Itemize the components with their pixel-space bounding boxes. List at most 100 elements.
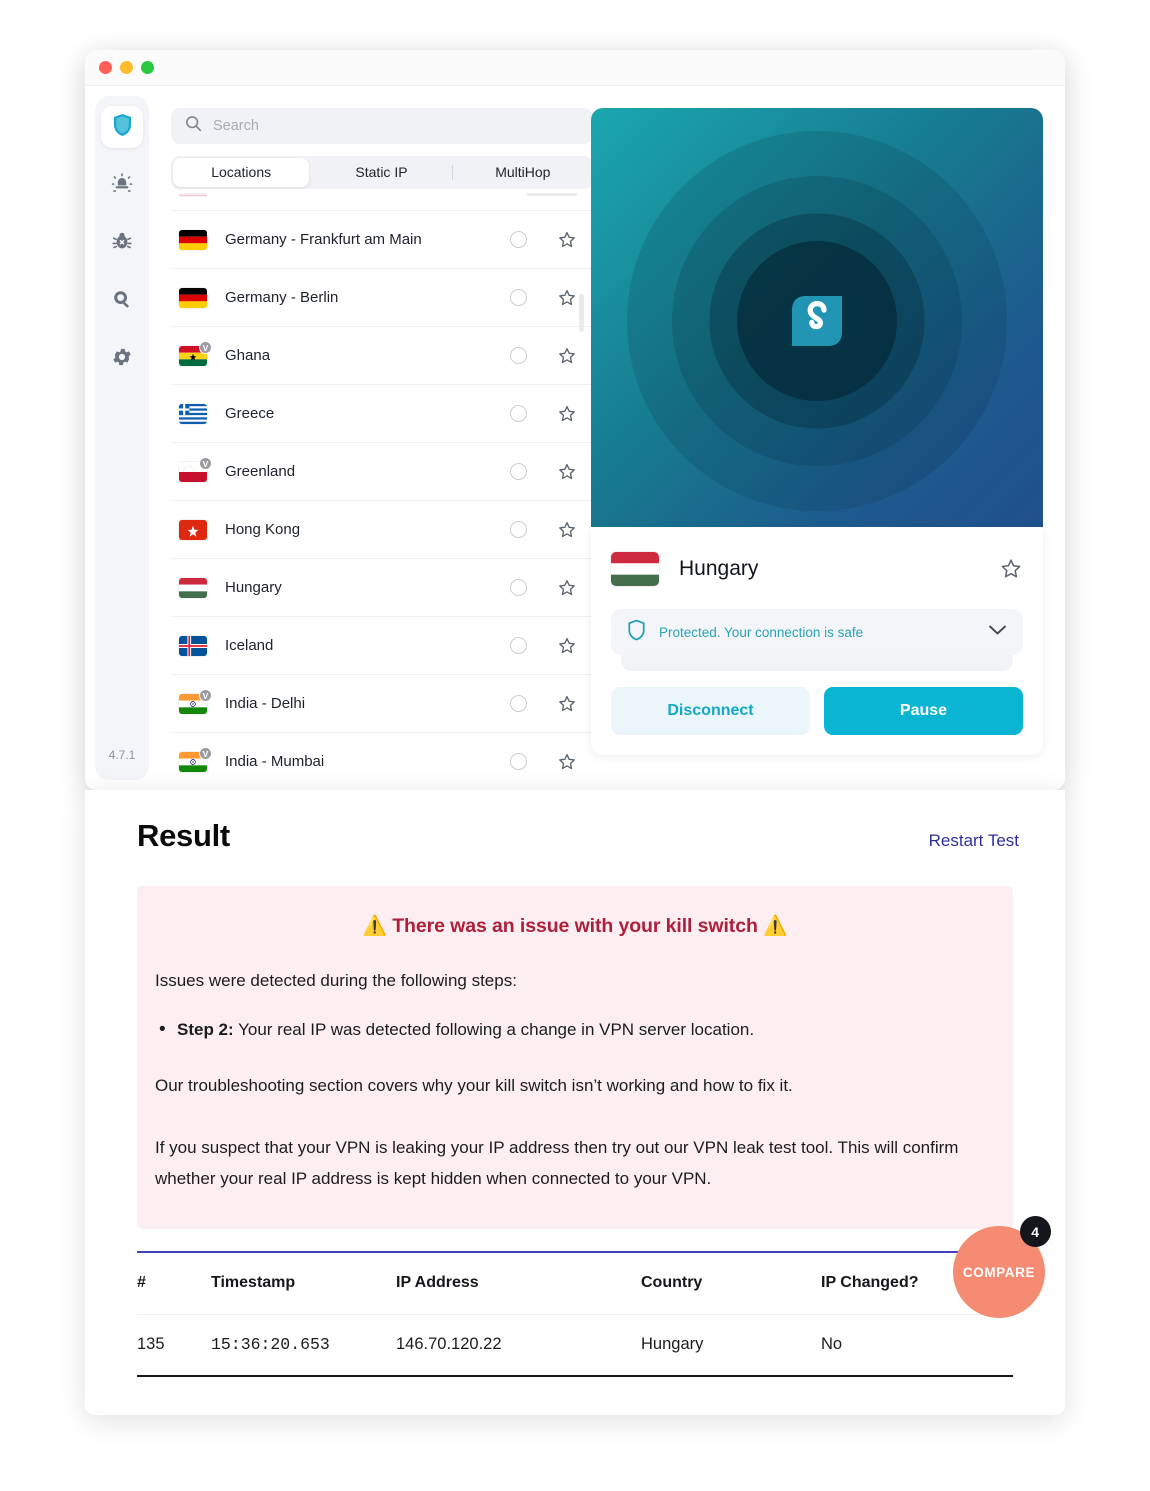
cell-timestamp: 15:36:20.653 — [211, 1335, 330, 1355]
window-titlebar — [85, 50, 1065, 86]
favorite-star-icon[interactable] — [557, 520, 577, 540]
locations-scrollbar[interactable] — [579, 96, 585, 686]
cell-num: 135 — [137, 1335, 165, 1354]
favorite-star-icon[interactable] — [557, 752, 577, 772]
list-item-label: India - Mumbai — [225, 753, 325, 770]
favorite-star-icon[interactable] — [999, 557, 1023, 581]
locations-list[interactable]: Germany - Frankfurt am Main Germany - Ber… — [171, 189, 593, 779]
disconnect-button[interactable]: Disconnect — [611, 687, 810, 735]
connect-toggle-icon[interactable] — [510, 521, 527, 538]
favorite-star-icon[interactable] — [557, 578, 577, 598]
sidebar-item-alert[interactable] — [101, 164, 143, 206]
table-row: 135 15:36:20.653 146.70.120.22 Hungary N… — [137, 1315, 1013, 1377]
gear-icon — [111, 346, 133, 373]
flag-icon-hk — [179, 519, 207, 540]
list-item-label: Hong Kong — [225, 521, 301, 538]
column-header-country: Country — [641, 1274, 703, 1292]
list-item[interactable]: Germany - Frankfurt am Main — [171, 211, 593, 269]
window-minimize-button[interactable] — [120, 61, 133, 74]
connect-toggle-icon[interactable] — [510, 695, 527, 712]
flag-icon-de — [179, 229, 207, 250]
shield-icon — [112, 113, 133, 142]
window-close-button[interactable] — [99, 61, 112, 74]
kill-switch-alert: ⚠️ There was an issue with your kill swi… — [137, 886, 1013, 1229]
locations-panel: Locations Static IP MultiHop Germany - F… — [149, 96, 593, 780]
window-maximize-button[interactable] — [141, 61, 154, 74]
list-item[interactable]: V Greenland — [171, 443, 593, 501]
alert-intro: Issues were detected during the followin… — [155, 971, 517, 990]
scrollbar-thumb[interactable] — [579, 294, 584, 332]
cell-country: Hungary — [641, 1335, 704, 1354]
virtual-server-badge: V — [199, 746, 212, 760]
status-text: Protected. Your connection is safe — [659, 624, 864, 640]
list-item[interactable]: V India - Mumbai — [171, 733, 593, 779]
screenshot-root: 4.7.1 Locations Static IP MultiHop — [0, 0, 1150, 1491]
result-header: Result Restart Test — [85, 790, 1065, 854]
favorite-star-icon[interactable] — [557, 636, 577, 656]
favorite-star-icon[interactable] — [557, 346, 577, 366]
list-item[interactable]: Greece — [171, 385, 593, 443]
results-table: # Timestamp IP Address Country IP Change… — [137, 1250, 1013, 1377]
favorite-star-icon[interactable] — [557, 404, 577, 424]
alert-siren-icon — [111, 172, 133, 199]
connect-toggle-icon[interactable] — [510, 231, 527, 248]
alert-paragraph-2: If you suspect that your VPN is leaking … — [155, 1137, 959, 1189]
list-item[interactable]: Hungary — [171, 559, 593, 617]
flag-icon — [179, 193, 207, 197]
flag-icon-in: V — [179, 746, 212, 772]
favorite-star-icon[interactable] — [557, 288, 577, 308]
connect-toggle-icon[interactable] — [510, 579, 527, 596]
search-input[interactable] — [213, 118, 579, 134]
connect-toggle-icon[interactable] — [510, 289, 527, 306]
tab-separator — [451, 165, 453, 180]
connection-header: Hungary — [611, 545, 1023, 593]
connect-toggle-icon[interactable] — [510, 463, 527, 480]
connect-toggle-icon[interactable] — [510, 405, 527, 422]
list-item-partial[interactable] — [171, 189, 593, 211]
sidebar-item-vpn[interactable] — [101, 106, 143, 148]
protection-status-bar[interactable]: Protected. Your connection is safe — [611, 609, 1023, 655]
compare-button[interactable]: COMPARE 4 — [953, 1216, 1051, 1318]
connect-toggle-icon[interactable] — [510, 753, 527, 770]
virtual-server-badge: V — [199, 688, 212, 702]
sidebar-item-alternative-id[interactable] — [101, 280, 143, 322]
flag-icon-is — [179, 635, 207, 656]
compare-count-badge: 4 — [1020, 1216, 1051, 1247]
list-item[interactable]: Hong Kong — [171, 501, 593, 559]
magnifier-icon — [111, 288, 133, 315]
tab-multihop[interactable]: MultiHop — [455, 158, 591, 187]
list-item-label: Hungary — [225, 579, 282, 596]
bug-icon — [111, 230, 133, 257]
chevron-down-icon[interactable] — [988, 623, 1007, 641]
surfshark-logo-icon — [786, 290, 848, 352]
pause-button[interactable]: Pause — [824, 687, 1023, 735]
search-icon — [185, 115, 202, 137]
sidebar-item-antivirus[interactable] — [101, 222, 143, 264]
app-version-label: 4.7.1 — [108, 748, 136, 762]
flag-icon-hungary — [611, 552, 659, 586]
list-item[interactable]: Germany - Berlin — [171, 269, 593, 327]
connection-card: Hungary Protected. Your connection is sa… — [591, 527, 1043, 755]
cell-ip: 146.70.120.22 — [396, 1335, 502, 1354]
list-item[interactable]: V Ghana — [171, 327, 593, 385]
virtual-server-badge: V — [199, 340, 212, 354]
favorite-star-icon[interactable] — [557, 230, 577, 250]
connect-toggle-icon[interactable] — [510, 637, 527, 654]
search-box[interactable] — [171, 108, 593, 144]
list-item-label: India - Delhi — [225, 695, 306, 712]
favorite-star-icon[interactable] — [557, 462, 577, 482]
alert-step-label: Step 2: — [177, 1020, 234, 1040]
flag-icon-gl: V — [179, 456, 212, 482]
tab-locations[interactable]: Locations — [173, 158, 310, 187]
list-item[interactable]: Iceland — [171, 617, 593, 675]
tab-static-ip[interactable]: Static IP — [313, 158, 449, 187]
flag-icon-de — [179, 287, 207, 308]
list-item[interactable]: V India - Delhi — [171, 675, 593, 733]
restart-test-link[interactable]: Restart Test — [929, 831, 1019, 851]
column-header-ip: IP Address — [396, 1274, 479, 1292]
connect-toggle-icon[interactable] — [510, 347, 527, 364]
sidebar-item-settings[interactable] — [101, 338, 143, 380]
flag-icon-hu — [179, 577, 207, 598]
list-item-label: Germany - Berlin — [225, 289, 339, 306]
favorite-star-icon[interactable] — [557, 694, 577, 714]
